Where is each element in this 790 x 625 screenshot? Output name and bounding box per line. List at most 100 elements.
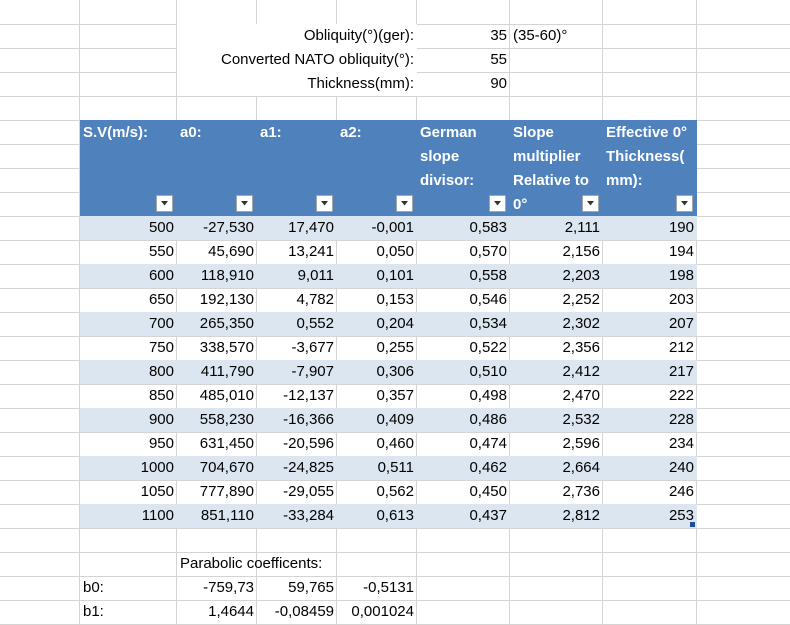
cell[interactable]: 0,255 xyxy=(337,336,417,360)
cell[interactable]: 17,470 xyxy=(257,216,337,240)
cell[interactable]: 2,470 xyxy=(510,384,603,408)
filter-dropdown-button[interactable] xyxy=(236,195,253,212)
cell[interactable]: 45,690 xyxy=(177,240,257,264)
cell[interactable]: 750 xyxy=(80,336,177,360)
cell[interactable]: 0,552 xyxy=(257,312,337,336)
filter-dropdown-button[interactable] xyxy=(156,195,173,212)
cell[interactable]: 4,782 xyxy=(257,288,337,312)
cell[interactable]: 2,532 xyxy=(510,408,603,432)
info-note[interactable]: (35-60)° xyxy=(510,24,603,48)
cell[interactable]: 1050 xyxy=(80,480,177,504)
cell[interactable]: -3,677 xyxy=(257,336,337,360)
cell[interactable]: 0,511 xyxy=(337,456,417,480)
cell[interactable]: 2,664 xyxy=(510,456,603,480)
cell[interactable]: 558,230 xyxy=(177,408,257,432)
cell[interactable]: 800 xyxy=(80,360,177,384)
cell[interactable]: 0,306 xyxy=(337,360,417,384)
cell[interactable]: 0,462 xyxy=(417,456,510,480)
cell[interactable]: 777,890 xyxy=(177,480,257,504)
filter-dropdown-button[interactable] xyxy=(489,195,506,212)
cell[interactable]: 0,498 xyxy=(417,384,510,408)
filter-dropdown-button[interactable] xyxy=(582,195,599,212)
coefficient-value[interactable]: 0,001024 xyxy=(337,600,417,624)
cell[interactable]: 2,412 xyxy=(510,360,603,384)
cell[interactable]: -20,596 xyxy=(257,432,337,456)
cell[interactable]: 234 xyxy=(603,432,697,456)
filter-dropdown-button[interactable] xyxy=(396,195,413,212)
coefficient-value[interactable]: -759,73 xyxy=(177,576,257,600)
filter-dropdown-button[interactable] xyxy=(316,195,333,212)
cell[interactable]: 217 xyxy=(603,360,697,384)
spreadsheet-grid[interactable]: S.V(m/s): a0: a1: a2: German slope divisor: Slo… xyxy=(0,0,790,625)
cell[interactable]: 0,409 xyxy=(337,408,417,432)
cell[interactable]: 850 xyxy=(80,384,177,408)
coefficient-label[interactable]: b1: xyxy=(80,600,177,624)
cell[interactable]: 2,736 xyxy=(510,480,603,504)
cell[interactable]: -29,055 xyxy=(257,480,337,504)
cell[interactable]: 851,110 xyxy=(177,504,257,528)
cell[interactable]: 550 xyxy=(80,240,177,264)
cell[interactable]: 0,510 xyxy=(417,360,510,384)
cell[interactable]: 207 xyxy=(603,312,697,336)
cell[interactable]: 0,204 xyxy=(337,312,417,336)
info-value[interactable]: 55 xyxy=(417,48,510,72)
filter-dropdown-button[interactable] xyxy=(676,195,693,212)
cell[interactable]: 700 xyxy=(80,312,177,336)
cell[interactable]: -33,284 xyxy=(257,504,337,528)
cell[interactable]: -12,137 xyxy=(257,384,337,408)
cell[interactable]: 0,486 xyxy=(417,408,510,432)
cell[interactable]: 600 xyxy=(80,264,177,288)
cell[interactable]: 704,670 xyxy=(177,456,257,480)
cell[interactable]: 265,350 xyxy=(177,312,257,336)
cell[interactable]: 338,570 xyxy=(177,336,257,360)
cell[interactable]: 192,130 xyxy=(177,288,257,312)
cell[interactable]: 0,460 xyxy=(337,432,417,456)
cell[interactable]: 190 xyxy=(603,216,697,240)
cell[interactable]: 2,812 xyxy=(510,504,603,528)
cell[interactable]: 2,203 xyxy=(510,264,603,288)
cell[interactable]: 0,534 xyxy=(417,312,510,336)
cell[interactable]: 0,558 xyxy=(417,264,510,288)
cell[interactable]: -0,001 xyxy=(337,216,417,240)
cell[interactable]: 500 xyxy=(80,216,177,240)
cell[interactable]: 1000 xyxy=(80,456,177,480)
cell[interactable]: 900 xyxy=(80,408,177,432)
cell[interactable]: 0,101 xyxy=(337,264,417,288)
cell[interactable]: 0,437 xyxy=(417,504,510,528)
cell[interactable]: -7,907 xyxy=(257,360,337,384)
cell[interactable]: 0,613 xyxy=(337,504,417,528)
info-label[interactable]: Obliquity(°)(ger): xyxy=(177,24,417,48)
cell[interactable]: 0,357 xyxy=(337,384,417,408)
cell[interactable]: 253 xyxy=(603,504,697,528)
cell[interactable]: 240 xyxy=(603,456,697,480)
cell[interactable]: 198 xyxy=(603,264,697,288)
cell[interactable]: 2,356 xyxy=(510,336,603,360)
cell[interactable]: 0,450 xyxy=(417,480,510,504)
info-value[interactable]: 35 xyxy=(417,24,510,48)
cell[interactable]: -16,366 xyxy=(257,408,337,432)
coefficient-label[interactable]: b0: xyxy=(80,576,177,600)
cell[interactable]: 2,596 xyxy=(510,432,603,456)
info-label[interactable]: Thickness(mm): xyxy=(177,72,417,96)
cell[interactable]: -24,825 xyxy=(257,456,337,480)
cell[interactable]: 0,522 xyxy=(417,336,510,360)
cell[interactable]: 0,583 xyxy=(417,216,510,240)
cell[interactable]: 631,450 xyxy=(177,432,257,456)
cell[interactable]: 246 xyxy=(603,480,697,504)
cell[interactable]: 0,570 xyxy=(417,240,510,264)
cell[interactable]: 2,302 xyxy=(510,312,603,336)
coefficient-value[interactable]: -0,5131 xyxy=(337,576,417,600)
cell[interactable]: 203 xyxy=(603,288,697,312)
cell[interactable]: 485,010 xyxy=(177,384,257,408)
cell[interactable]: 950 xyxy=(80,432,177,456)
info-value[interactable]: 90 xyxy=(417,72,510,96)
cell[interactable]: 0,050 xyxy=(337,240,417,264)
cell[interactable]: 118,910 xyxy=(177,264,257,288)
info-label[interactable]: Converted NATO obliquity(°): xyxy=(177,48,417,72)
parabolic-title[interactable]: Parabolic coefficents: xyxy=(177,552,337,576)
cell[interactable]: 2,252 xyxy=(510,288,603,312)
cell[interactable]: 13,241 xyxy=(257,240,337,264)
cell[interactable]: 0,546 xyxy=(417,288,510,312)
cell[interactable]: 9,011 xyxy=(257,264,337,288)
coefficient-value[interactable]: 1,4644 xyxy=(177,600,257,624)
